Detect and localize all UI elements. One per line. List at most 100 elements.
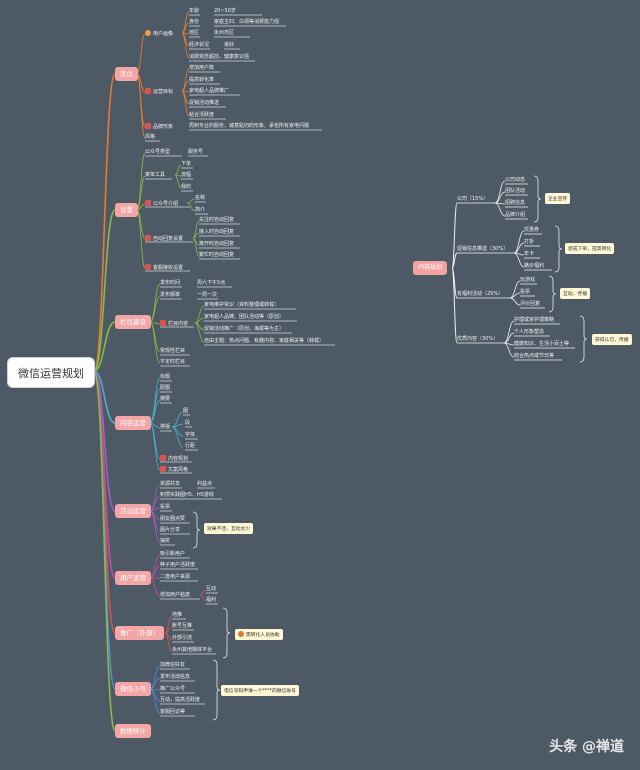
node-publish-freq-value[interactable]: 一周一次 (197, 292, 217, 299)
right-team-activity[interactable]: 团队活动 (505, 188, 525, 195)
node-menu-flow[interactable]: 流程 (181, 172, 191, 179)
node-other-media[interactable]: 永州其他媒体平台 (172, 647, 212, 654)
node-column-content[interactable]: 栏目内容 (160, 320, 188, 328)
right-health-knowledge[interactable]: 健康知识、生活小百士等 (514, 341, 569, 348)
node-irregular-column[interactable]: 不定时栏目 (160, 359, 185, 366)
node-goal-1[interactable]: 增加用户数 (189, 65, 214, 72)
right-vote[interactable]: 投票 (520, 289, 530, 296)
node-content-plan[interactable]: 内容规划 (160, 455, 188, 463)
node-seed-users[interactable]: 种子用户活跃度 (160, 562, 195, 569)
right-company-news[interactable]: 公司动态 (505, 177, 525, 184)
node-brand[interactable]: 品牌形象 (145, 123, 173, 131)
node-consumption[interactable]: 消费观念超前，健康意识强 (189, 54, 249, 61)
node-age[interactable]: 年龄 (189, 8, 199, 15)
node-publish-time-value[interactable]: 周六下午5点 (197, 280, 225, 287)
node-column-c[interactable]: 促销活动推广（原创，海报等为主） (204, 326, 284, 333)
node-font[interactable]: 字体 (185, 432, 195, 439)
node-goal-4[interactable]: 促销活动推送 (189, 100, 219, 107)
right-hotspot-holiday[interactable]: 结合热点或节日等 (514, 353, 554, 360)
branch-columns[interactable]: 栏目建设 (115, 315, 151, 329)
node-goal-2[interactable]: 提高转化率 (189, 77, 214, 84)
right-recruit[interactable]: 招聘信息 (505, 200, 525, 207)
right-review-reply[interactable]: 评价回复 (520, 301, 540, 308)
branch-promotion[interactable]: 推广（外部） (115, 626, 164, 640)
node-regular-column[interactable]: 常规性栏目 (160, 348, 185, 355)
node-menu-order[interactable]: 下单 (181, 161, 191, 168)
node-post-activity[interactable]: 发布活动信息 (160, 674, 190, 681)
right-game[interactable]: 玩游戏 (520, 277, 535, 284)
branch-activity[interactable]: 活动运营 (115, 504, 151, 518)
node-ops-goal[interactable]: 运营目标 (145, 88, 173, 96)
right-care-tips[interactable]: 护理或家护理策略 (514, 317, 554, 324)
node-account-intro[interactable]: 公众号介绍 (145, 200, 178, 208)
node-brand-desc[interactable]: 周到专业的服务、诚意贴切的形象、承包所有家电问题 (189, 123, 309, 130)
branch-positioning[interactable]: 定位 (115, 67, 138, 81)
node-picture[interactable]: 图 (183, 408, 188, 415)
node-ground-push[interactable]: 地推 (172, 612, 182, 619)
node-goal-3[interactable]: 家电超人品牌推广 (189, 88, 229, 95)
right-coupon[interactable]: 优惠券 (524, 227, 539, 234)
node-column-b[interactable]: 家电超人品牌、团队活动等（原创） (204, 314, 284, 321)
root-node[interactable]: 微信运营规划 (7, 357, 95, 388)
node-menu-mine[interactable]: 我的 (181, 184, 191, 191)
node-promote-account[interactable]: 推广公众号 (160, 686, 185, 693)
node-welfare[interactable]: 福利 (206, 597, 216, 604)
node-column-d[interactable]: 自由主题：热点问题、有趣内容、家庭相关等（转载） (204, 338, 324, 345)
node-h5[interactable]: 积攒实践图H5、H5游戏 (160, 492, 214, 499)
node-region-value[interactable]: 永州市区 (214, 30, 234, 37)
node-name[interactable]: 名称 (195, 195, 205, 202)
node-column-a[interactable]: 家电维护常识（资料整理或转载） (204, 302, 279, 309)
node-publish-time[interactable]: 发布时间 (160, 280, 180, 287)
right-quality-content[interactable]: 优质内容（30%） (457, 336, 498, 343)
node-identity-value[interactable]: 家庭主妇、白领等消费能力强 (214, 19, 279, 26)
node-cross-promo[interactable]: 账号互推 (172, 623, 192, 630)
node-age-value[interactable]: 20~50岁 (214, 8, 236, 15)
node-engage[interactable]: 互动，提高活跃度 (160, 697, 200, 704)
node-image[interactable]: 配图 (160, 385, 170, 392)
node-publish-freq[interactable]: 发布频率 (160, 292, 180, 299)
node-new-users[interactable]: 吸引新用户 (160, 551, 185, 558)
node-layout[interactable]: 排版 (160, 424, 170, 431)
node-economy-value[interactable]: 良好 (224, 42, 234, 49)
node-reply-leave[interactable]: 离开时自动回复 (199, 241, 234, 248)
branch-users[interactable]: 用户运营 (115, 571, 151, 585)
node-region[interactable]: 地区 (189, 30, 199, 37)
node-vote[interactable]: 投票 (160, 504, 170, 511)
node-copy-style[interactable]: 文案风格 (160, 466, 188, 474)
branch-settings[interactable]: 设置 (115, 203, 138, 217)
node-second-users[interactable]: 二度用户来源 (160, 574, 190, 581)
node-photo-share[interactable]: 图片分享 (160, 527, 180, 534)
right-price-welfare[interactable]: 路价福利 (524, 263, 544, 270)
node-account-type-value[interactable]: 服务号 (188, 149, 203, 156)
node-service-settings[interactable]: 客服接收设置 (145, 264, 183, 272)
right-discount[interactable]: 打折 (524, 239, 534, 246)
right-brand-intro[interactable]: 品牌介绍 (505, 212, 525, 219)
right-promotion-push[interactable]: 促销信息推送（30%） (457, 246, 508, 253)
node-line-spacing[interactable]: 行距 (185, 443, 195, 450)
right-personal-image[interactable]: 个人形象塑造 (514, 329, 544, 336)
node-lottery[interactable]: 抽奖 (160, 538, 170, 545)
node-intro[interactable]: 简介 (195, 207, 205, 214)
branch-statistics[interactable]: 数据统计 (115, 724, 151, 738)
node-menu-tools[interactable]: 菜单工具 (145, 172, 165, 179)
node-reply-join[interactable]: 接入时自动回复 (199, 229, 234, 236)
node-style[interactable]: 风格 (145, 134, 155, 141)
node-account-type[interactable]: 公众号类型 (145, 149, 170, 156)
node-summary[interactable]: 摘要 (160, 396, 170, 403)
node-auto-reply[interactable]: 自动回复设置 (145, 235, 183, 243)
node-moments-like[interactable]: 朋友圈点赞 (160, 516, 185, 523)
node-interaction[interactable]: 互动 (206, 586, 216, 593)
branch-content[interactable]: 内容运营 (115, 416, 151, 430)
node-reply-busy[interactable]: 繁忙时自动回复 (199, 252, 234, 259)
node-goal-5[interactable]: 粘合活跃度 (189, 112, 214, 119)
node-paragraph[interactable]: 段 (185, 420, 190, 427)
right-root-content-plan[interactable]: 内容规划 (413, 261, 448, 275)
node-economy[interactable]: 经济状况 (189, 42, 209, 49)
right-company[interactable]: 公司（15%） (457, 196, 488, 203)
node-add-friends[interactable]: 加微信好友 (160, 662, 185, 669)
node-stickiness[interactable]: 增加用户粘度 (160, 592, 190, 599)
right-welfare-activity[interactable]: 有福利活动（25%） (457, 291, 503, 298)
node-external-traffic[interactable]: 外部引流 (172, 635, 192, 642)
node-resource-share[interactable]: 资源共享 (160, 481, 180, 488)
right-annual-card[interactable]: 年卡 (524, 251, 534, 258)
